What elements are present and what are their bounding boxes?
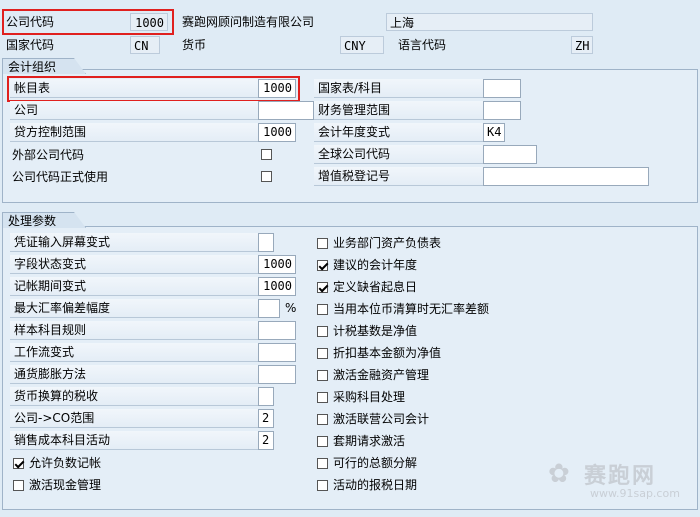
enable-amount-split-checkbox[interactable] [317, 458, 328, 469]
tax-currency-translation-input[interactable] [258, 387, 274, 406]
proposed-fiscal-year-checkbox[interactable] [317, 260, 328, 271]
business-area-bs-checkbox[interactable] [317, 238, 328, 249]
cost-of-sales-activity-label: 销售成本科目活动 [10, 431, 258, 450]
processing-params-title: 处理参数 [2, 212, 86, 228]
sample-acct-rules-input[interactable] [258, 321, 296, 340]
joint-venture-checkbox[interactable] [317, 414, 328, 425]
tax-currency-translation-label: 货币换算的税收 [10, 387, 258, 406]
fiscal-year-variant-label: 会计年度变式 [314, 123, 483, 142]
external-company-code-label: 外部公司代码 [12, 148, 85, 162]
negative-postings-label: 允许负数记帐 [29, 456, 102, 470]
fm-area-input[interactable] [483, 101, 521, 120]
currency-label: 货币 [182, 38, 207, 52]
no-fx-diff-label: 当用本位币清算时无汇率差额 [333, 302, 490, 316]
city-value: 上海 [386, 13, 593, 31]
max-exchange-rate-deviation-label: 最大汇率偏差幅度 [10, 299, 258, 318]
default-value-date-checkbox[interactable] [317, 282, 328, 293]
sample-acct-rules-label: 样本科目规则 [10, 321, 258, 340]
default-value-date-label: 定义缺省起息日 [333, 280, 418, 294]
watermark-logo-icon: ✿ [548, 459, 570, 489]
enable-amount-split-label: 可行的总额分解 [333, 456, 418, 470]
proposed-fiscal-year-label: 建议的会计年度 [333, 258, 418, 272]
company-input[interactable] [258, 101, 314, 120]
doc-entry-screen-variant-label: 凭证输入屏幕变式 [10, 233, 258, 252]
country-code-value: CN [130, 36, 160, 54]
company-code-highlight [2, 9, 174, 35]
tax-reporting-date-checkbox[interactable] [317, 480, 328, 491]
watermark-url: www.91sap.com [590, 487, 680, 500]
credit-control-area-label: 贷方控制范围 [10, 123, 258, 142]
country-code-label: 国家代码 [6, 38, 55, 52]
posting-period-variant-input[interactable]: 1000 [258, 277, 296, 296]
cash-management-label: 激活现金管理 [29, 478, 102, 492]
fiscal-year-variant-input[interactable]: K4 [483, 123, 505, 142]
hedge-request-label: 套期请求激活 [333, 434, 406, 448]
vat-registration-label: 增值税登记号 [314, 167, 483, 186]
max-exchange-rate-deviation-input[interactable] [258, 299, 280, 318]
inflation-method-label: 通货膨胀方法 [10, 365, 258, 384]
no-fx-diff-checkbox[interactable] [317, 304, 328, 315]
business-area-bs-label: 业务部门资产负债表 [333, 236, 442, 250]
percent-unit: % [285, 301, 297, 315]
cocd-co-area-input[interactable]: 2 [258, 409, 274, 428]
country-chart-input[interactable] [483, 79, 521, 98]
country-chart-label: 国家表/科目 [314, 79, 483, 98]
purchase-acct-processing-checkbox[interactable] [317, 392, 328, 403]
credit-control-area-input[interactable]: 1000 [258, 123, 296, 142]
financial-assets-mgmt-label: 激活金融资产管理 [333, 368, 430, 382]
company-name: 赛跑网顾问制造有限公司 [182, 15, 315, 29]
tax-reporting-date-label: 活动的报税日期 [333, 478, 418, 492]
tax-base-net-checkbox[interactable] [317, 326, 328, 337]
global-company-code-label: 全球公司代码 [314, 145, 483, 164]
tax-base-net-label: 计税基数是净值 [333, 324, 418, 338]
discount-base-net-checkbox[interactable] [317, 348, 328, 359]
company-label: 公司 [10, 101, 258, 120]
global-company-code-input[interactable] [483, 145, 537, 164]
watermark-brand: 赛跑网 [584, 464, 657, 489]
company-code-productive-label: 公司代码正式使用 [12, 170, 109, 184]
financial-assets-mgmt-checkbox[interactable] [317, 370, 328, 381]
hedge-request-checkbox[interactable] [317, 436, 328, 447]
company-code-productive-checkbox[interactable] [261, 171, 272, 182]
workflow-variant-input[interactable] [258, 343, 296, 362]
purchase-acct-processing-label: 采购科目处理 [333, 390, 406, 404]
cash-management-checkbox[interactable] [13, 480, 24, 491]
language-code-label: 语言代码 [398, 38, 447, 52]
posting-period-variant-label: 记帐期间变式 [10, 277, 258, 296]
field-status-variant-input[interactable]: 1000 [258, 255, 296, 274]
accounting-org-title: 会计组织 [2, 58, 86, 74]
joint-venture-label: 激活联营公司会计 [333, 412, 430, 426]
chart-of-accounts-highlight [7, 76, 300, 102]
cost-of-sales-activity-input[interactable]: 2 [258, 431, 274, 450]
fm-area-label: 财务管理范围 [314, 101, 483, 120]
workflow-variant-label: 工作流变式 [10, 343, 258, 362]
cocd-co-area-label: 公司->CO范围 [10, 409, 258, 428]
negative-postings-checkbox[interactable] [13, 458, 24, 469]
field-status-variant-label: 字段状态变式 [10, 255, 258, 274]
vat-registration-input[interactable] [483, 167, 649, 186]
external-company-code-checkbox[interactable] [261, 149, 272, 160]
language-code-value: ZH [571, 36, 593, 54]
discount-base-net-label: 折扣基本金额为净值 [333, 346, 442, 360]
currency-value: CNY [340, 36, 384, 54]
inflation-method-input[interactable] [258, 365, 296, 384]
doc-entry-screen-variant-input[interactable] [258, 233, 274, 252]
